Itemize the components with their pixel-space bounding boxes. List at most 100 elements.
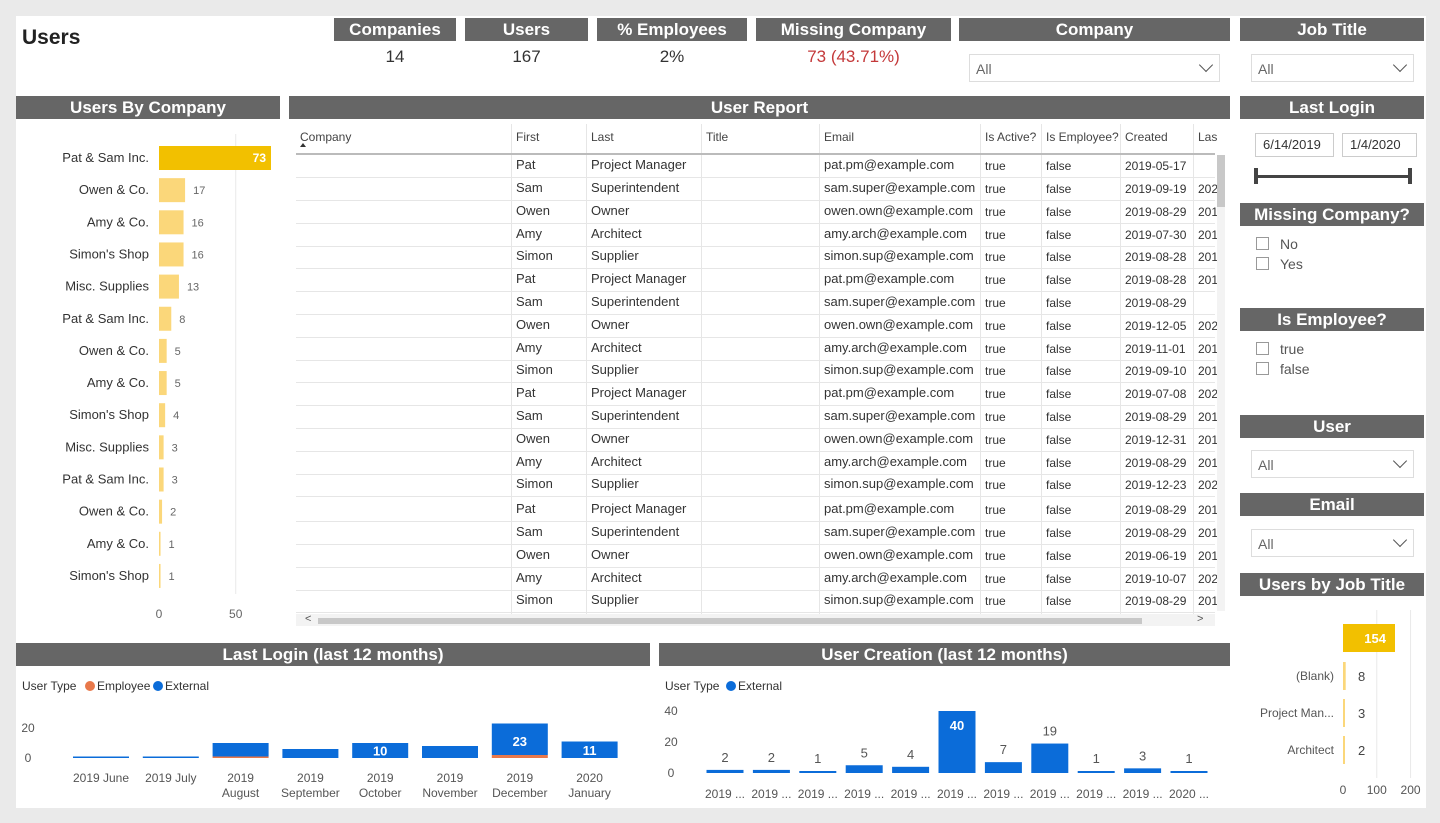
- company-dropdown[interactable]: All: [969, 54, 1220, 82]
- data-label: 3: [172, 442, 178, 454]
- x-tick-label: 2020: [576, 771, 603, 785]
- column-divider: [1120, 124, 1121, 614]
- row-divider: [296, 496, 1215, 497]
- bar: [706, 769, 744, 773]
- category-label: Simon's Shop: [69, 568, 149, 583]
- kpi-companies-value: 14: [385, 47, 405, 66]
- job-title-dropdown[interactable]: All: [1251, 54, 1414, 82]
- row-divider: [296, 291, 1215, 292]
- table-cell: amy.arch@example.com: [824, 570, 967, 585]
- table-cell: Simon: [516, 362, 553, 377]
- x-tick-label: September: [281, 786, 340, 800]
- bar: [1343, 736, 1345, 764]
- table-cell: false: [1046, 205, 1072, 219]
- email-filter-header: Email: [1240, 493, 1424, 516]
- table-cell: false: [1046, 410, 1072, 424]
- checkbox-label: No: [1280, 236, 1298, 252]
- column-header-created[interactable]: Created: [1125, 130, 1168, 144]
- user-dropdown[interactable]: All: [1251, 450, 1414, 478]
- column-header-first[interactable]: First: [516, 130, 539, 144]
- x-tick-label: 2019 ...: [1030, 787, 1070, 801]
- last-login-chart: User Type Employee External 0 20 2019 June 201…: [21, 679, 618, 800]
- column-header-email[interactable]: Email: [824, 130, 854, 144]
- data-label: 5: [175, 346, 181, 358]
- column-header-last[interactable]: Last: [591, 130, 614, 144]
- user-creation-chart: User Type External 0 20 40 2 2019 ... 2 2019 ...…: [664, 679, 1209, 801]
- bar: [1170, 771, 1208, 773]
- is-employee-filter-header: Is Employee?: [1240, 308, 1424, 331]
- chevron-down-icon: [1392, 57, 1408, 73]
- legend-marker: [726, 681, 736, 691]
- x-tick-label: 100: [1367, 783, 1387, 797]
- bar: [159, 403, 166, 428]
- table-cell: owen.own@example.com: [824, 547, 974, 562]
- row-divider: [296, 612, 1215, 613]
- x-tick-label: 2019: [297, 771, 324, 785]
- job-title-filter-header: Job Title: [1240, 18, 1424, 41]
- horizontal-scrollbar-thumb[interactable]: [318, 618, 1142, 624]
- table-cell: Amy: [516, 570, 542, 585]
- table-cell: true: [985, 205, 1006, 219]
- bar-employee: [212, 756, 269, 758]
- table-cell: Amy: [516, 454, 542, 469]
- table-cell: 201: [1198, 364, 1219, 378]
- table-cell: false: [1046, 572, 1072, 586]
- x-tick-label: 2019 ...: [983, 787, 1023, 801]
- x-tick-label: October: [359, 786, 402, 800]
- data-label: 5: [861, 745, 868, 760]
- table-cell: 2019-10-07: [1125, 572, 1187, 586]
- table-cell: true: [985, 228, 1006, 242]
- data-label: 8: [179, 314, 185, 326]
- last-login-end-input[interactable]: 1/4/2020: [1342, 133, 1417, 157]
- users-by-job-title-header: Users by Job Title: [1240, 573, 1424, 596]
- table-cell: owen.own@example.com: [824, 203, 974, 218]
- data-label: 4: [907, 747, 914, 762]
- column-divider: [511, 124, 512, 614]
- vertical-scrollbar-thumb[interactable]: [1217, 155, 1225, 207]
- scroll-right-icon[interactable]: >: [1197, 613, 1203, 625]
- table-cell: true: [985, 594, 1006, 608]
- x-tick-label: 2019: [506, 771, 533, 785]
- missing-company-yes-checkbox[interactable]: Yes: [1256, 256, 1303, 272]
- email-dropdown[interactable]: All: [1251, 529, 1414, 557]
- missing-company-no-checkbox[interactable]: No: [1256, 236, 1298, 252]
- table-cell: 202: [1198, 572, 1219, 586]
- date-range-slider-start-handle[interactable]: [1254, 168, 1258, 184]
- column-header-las[interactable]: Las: [1198, 130, 1217, 144]
- category-label: Architect: [1287, 743, 1334, 757]
- column-header-is-employee[interactable]: Is Employee?: [1046, 130, 1119, 144]
- data-label: 40: [950, 718, 964, 733]
- data-label: 2: [768, 750, 775, 765]
- x-tick-label: 2019 ...: [705, 787, 745, 801]
- column-header-title[interactable]: Title: [706, 130, 728, 144]
- date-range-slider-end-handle[interactable]: [1408, 168, 1412, 184]
- table-cell: false: [1046, 250, 1072, 264]
- date-range-slider-track[interactable]: [1257, 175, 1411, 178]
- vertical-scrollbar[interactable]: [1217, 155, 1225, 611]
- missing-company-filter-header: Missing Company?: [1240, 203, 1424, 226]
- table-cell: Sam: [516, 180, 543, 195]
- table-cell: 2019-11-01: [1125, 342, 1186, 356]
- table-cell: 2019-05-17: [1125, 159, 1187, 173]
- category-label: Simon's Shop: [69, 407, 149, 422]
- data-label: 13: [187, 282, 199, 294]
- table-cell: 2019-07-30: [1125, 228, 1187, 242]
- is-employee-false-checkbox[interactable]: false: [1256, 361, 1310, 377]
- scroll-left-icon[interactable]: <: [305, 613, 311, 625]
- column-header-company[interactable]: Company: [300, 130, 351, 144]
- table-cell: sam.super@example.com: [824, 180, 976, 195]
- data-label: 8: [1358, 669, 1365, 684]
- table-cell: 201: [1198, 410, 1219, 424]
- is-employee-true-checkbox[interactable]: true: [1256, 341, 1304, 357]
- row-divider: [296, 474, 1215, 475]
- row-divider: [296, 382, 1215, 383]
- x-tick-label: 2019 ...: [937, 787, 977, 801]
- table-cell: Architect: [591, 454, 642, 469]
- data-label: 16: [192, 249, 204, 261]
- users-by-company-chart: 0 50 Pat & Sam Inc. 73 Owen & Co. 17 Amy & Co.…: [62, 134, 271, 621]
- column-header-is-active[interactable]: Is Active?: [985, 130, 1036, 144]
- last-login-start-input[interactable]: 6/14/2019: [1255, 133, 1334, 157]
- table-cell: 2019-06-19: [1125, 549, 1187, 563]
- table-cell: true: [985, 250, 1006, 264]
- data-label: 1: [814, 751, 821, 766]
